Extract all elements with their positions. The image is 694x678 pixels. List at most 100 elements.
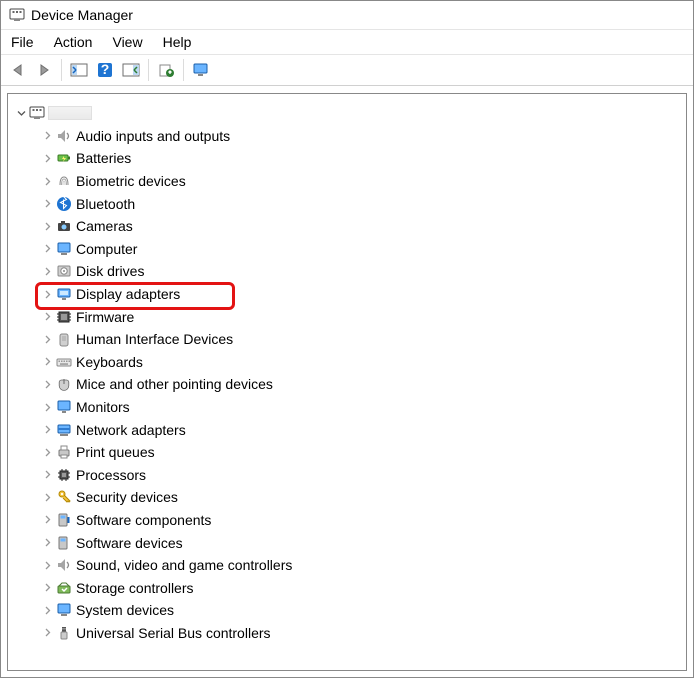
chevron-right-icon[interactable] (40, 357, 54, 366)
chevron-right-icon[interactable] (40, 606, 54, 615)
tree-item[interactable]: Keyboards (12, 351, 682, 374)
tree-item[interactable]: Software devices (12, 531, 682, 554)
chevron-right-icon[interactable] (40, 403, 54, 412)
menu-view[interactable]: View (102, 30, 152, 54)
category-icon (55, 217, 73, 235)
tree-item[interactable]: System devices (12, 599, 682, 622)
chevron-right-icon[interactable] (40, 628, 54, 637)
chevron-right-icon[interactable] (40, 380, 54, 389)
titlebar: Device Manager (1, 1, 693, 29)
tree-item-label: Monitors (76, 399, 130, 415)
tree-item-label: Firmware (76, 309, 134, 325)
help-button[interactable]: ? (93, 58, 117, 82)
tree-item-label: Network adapters (76, 422, 186, 438)
chevron-right-icon[interactable] (40, 312, 54, 321)
chevron-right-icon[interactable] (40, 583, 54, 592)
chevron-right-icon[interactable] (40, 131, 54, 140)
chevron-right-icon[interactable] (40, 561, 54, 570)
tree-item[interactable]: Print queues (12, 441, 682, 464)
chevron-right-icon[interactable] (40, 538, 54, 547)
category-icon (55, 375, 73, 393)
chevron-right-icon[interactable] (40, 267, 54, 276)
tree-item[interactable]: Firmware (12, 305, 682, 328)
chevron-right-icon[interactable] (40, 244, 54, 253)
tree-item[interactable]: Security devices (12, 486, 682, 509)
tree-item[interactable]: Mice and other pointing devices (12, 373, 682, 396)
chevron-right-icon[interactable] (40, 493, 54, 502)
chevron-right-icon[interactable] (40, 425, 54, 434)
tree-item[interactable]: Network adapters (12, 418, 682, 441)
toolbar-separator (148, 59, 149, 81)
back-button[interactable] (6, 58, 30, 82)
tree-item[interactable]: Bluetooth (12, 192, 682, 215)
tree-item[interactable]: Storage controllers (12, 576, 682, 599)
category-icon (55, 308, 73, 326)
category-icon (55, 330, 73, 348)
chevron-right-icon[interactable] (40, 448, 54, 457)
category-icon (55, 262, 73, 280)
tree-item[interactable]: Universal Serial Bus controllers (12, 622, 682, 645)
tree-item-label: Bluetooth (76, 196, 135, 212)
category-icon (55, 240, 73, 258)
tree-item[interactable]: Monitors (12, 396, 682, 419)
forward-button[interactable] (32, 58, 56, 82)
root-label (48, 106, 92, 120)
chevron-right-icon[interactable] (40, 335, 54, 344)
tree-item[interactable]: Biometric devices (12, 170, 682, 193)
category-icon (55, 195, 73, 213)
menu-help[interactable]: Help (153, 30, 202, 54)
tree-item-label: Disk drives (76, 263, 144, 279)
tree-item-label: Keyboards (76, 354, 143, 370)
category-icon (55, 285, 73, 303)
tree-item-label: Print queues (76, 444, 155, 460)
tree-item[interactable]: Batteries (12, 147, 682, 170)
tree-item[interactable]: Cameras (12, 215, 682, 238)
svg-text:?: ? (101, 62, 110, 77)
tree-item-label: Storage controllers (76, 580, 194, 596)
toolbar-separator (61, 59, 62, 81)
scan-hardware-button[interactable] (119, 58, 143, 82)
chevron-right-icon[interactable] (40, 290, 54, 299)
tree-item-label: Human Interface Devices (76, 331, 233, 347)
chevron-right-icon[interactable] (40, 199, 54, 208)
tree-item-label: Universal Serial Bus controllers (76, 625, 271, 641)
update-driver-button[interactable] (154, 58, 178, 82)
category-icon (55, 488, 73, 506)
toolbar-separator (183, 59, 184, 81)
tree-item-label: Audio inputs and outputs (76, 128, 230, 144)
chevron-down-icon[interactable] (14, 109, 28, 118)
category-icon (55, 534, 73, 552)
category-icon (55, 398, 73, 416)
device-tree[interactable]: Audio inputs and outputs BatteriesBiometr… (7, 93, 687, 671)
category-icon (55, 579, 73, 597)
tree-item[interactable]: Disk drives (12, 260, 682, 283)
menu-action[interactable]: Action (44, 30, 103, 54)
tree-item-label: System devices (76, 602, 174, 618)
category-icon (55, 556, 73, 574)
category-icon (55, 172, 73, 190)
menu-file[interactable]: File (1, 30, 44, 54)
showhide-tree-button[interactable] (67, 58, 91, 82)
chevron-right-icon[interactable] (40, 515, 54, 524)
category-icon (55, 466, 73, 484)
remote-monitor-button[interactable] (189, 58, 213, 82)
tree-root[interactable] (12, 102, 682, 125)
tree-item-label: Display adapters (76, 286, 180, 302)
tree-item[interactable]: Audio inputs and outputs (12, 125, 682, 148)
tree-item-label: Software components (76, 512, 211, 528)
tree-item[interactable]: Sound, video and game controllers (12, 554, 682, 577)
tree-item[interactable]: Software components (12, 509, 682, 532)
tree-item[interactable]: Computer (12, 238, 682, 261)
tree-item[interactable]: Human Interface Devices (12, 328, 682, 351)
tree-item[interactable]: Processors (12, 464, 682, 487)
chevron-right-icon[interactable] (40, 470, 54, 479)
app-icon (9, 7, 25, 23)
category-icon (55, 353, 73, 371)
category-icon (55, 421, 73, 439)
chevron-right-icon[interactable] (40, 154, 54, 163)
tree-item[interactable]: Display adapters (12, 283, 682, 306)
chevron-right-icon[interactable] (40, 177, 54, 186)
tree-item-label: Security devices (76, 489, 178, 505)
window-title: Device Manager (31, 7, 133, 23)
chevron-right-icon[interactable] (40, 222, 54, 231)
